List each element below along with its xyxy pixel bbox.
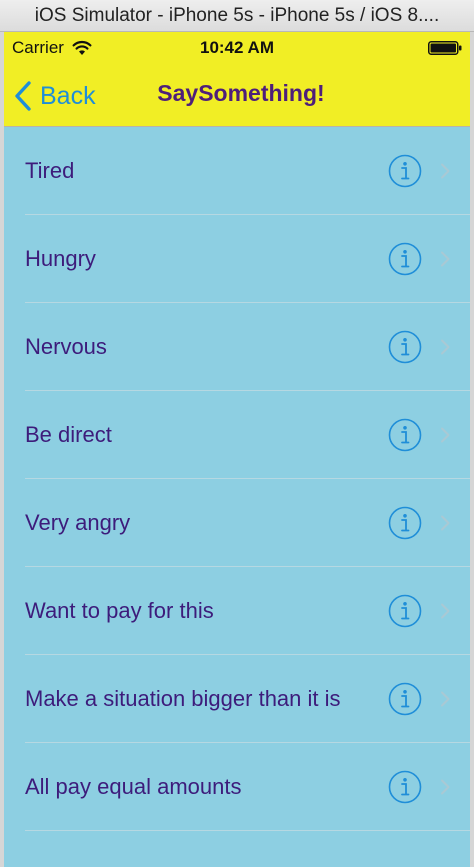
device-screen: Carrier 10:42 AM Back SaySomething! Tire… <box>4 32 470 867</box>
table-row[interactable]: Want to pay for this <box>4 567 470 655</box>
phrase-table: Tired Hungry Nervous Be direct Very angry Wan… <box>4 127 470 831</box>
info-icon[interactable] <box>388 594 422 628</box>
info-icon[interactable] <box>388 506 422 540</box>
chevron-right-icon <box>441 339 450 355</box>
row-label: Hungry <box>25 246 96 271</box>
info-icon[interactable] <box>388 330 422 364</box>
table-row[interactable]: Be direct <box>4 391 470 479</box>
info-icon[interactable] <box>388 242 422 276</box>
info-icon[interactable] <box>388 418 422 452</box>
chevron-right-icon <box>441 603 450 619</box>
table-row[interactable]: Tired <box>4 127 470 215</box>
info-icon[interactable] <box>388 682 422 716</box>
simulator-titlebar: iOS Simulator - iPhone 5s - iPhone 5s / … <box>0 0 474 32</box>
table-row[interactable]: Nervous <box>4 303 470 391</box>
battery-icon <box>428 41 462 55</box>
chevron-right-icon <box>441 691 450 707</box>
row-label: Make a situation bigger than it is <box>25 686 341 711</box>
table-row[interactable]: Very angry <box>4 479 470 567</box>
chevron-right-icon <box>441 427 450 443</box>
chevron-right-icon <box>441 515 450 531</box>
info-icon[interactable] <box>388 770 422 804</box>
navigation-bar: Carrier 10:42 AM Back SaySomething! <box>4 32 470 127</box>
row-label: Want to pay for this <box>25 598 214 623</box>
row-label: Very angry <box>25 510 131 535</box>
row-divider <box>25 830 470 831</box>
table-row[interactable]: All pay equal amounts <box>4 743 470 831</box>
chevron-right-icon <box>441 163 450 179</box>
status-time: 10:42 AM <box>199 38 274 57</box>
chevron-right-icon <box>441 251 450 267</box>
table-row[interactable]: Hungry <box>4 215 470 303</box>
table-row[interactable]: Make a situation bigger than it is <box>4 655 470 743</box>
row-label: Nervous <box>25 334 107 359</box>
chevron-right-icon <box>441 779 450 795</box>
page-title: SaySomething! <box>157 80 325 106</box>
row-label: Be direct <box>25 422 112 447</box>
window-title: iOS Simulator - iPhone 5s - iPhone 5s / … <box>34 5 440 26</box>
row-label: Tired <box>25 158 75 183</box>
row-label: All pay equal amounts <box>25 774 242 799</box>
info-icon[interactable] <box>388 154 422 188</box>
